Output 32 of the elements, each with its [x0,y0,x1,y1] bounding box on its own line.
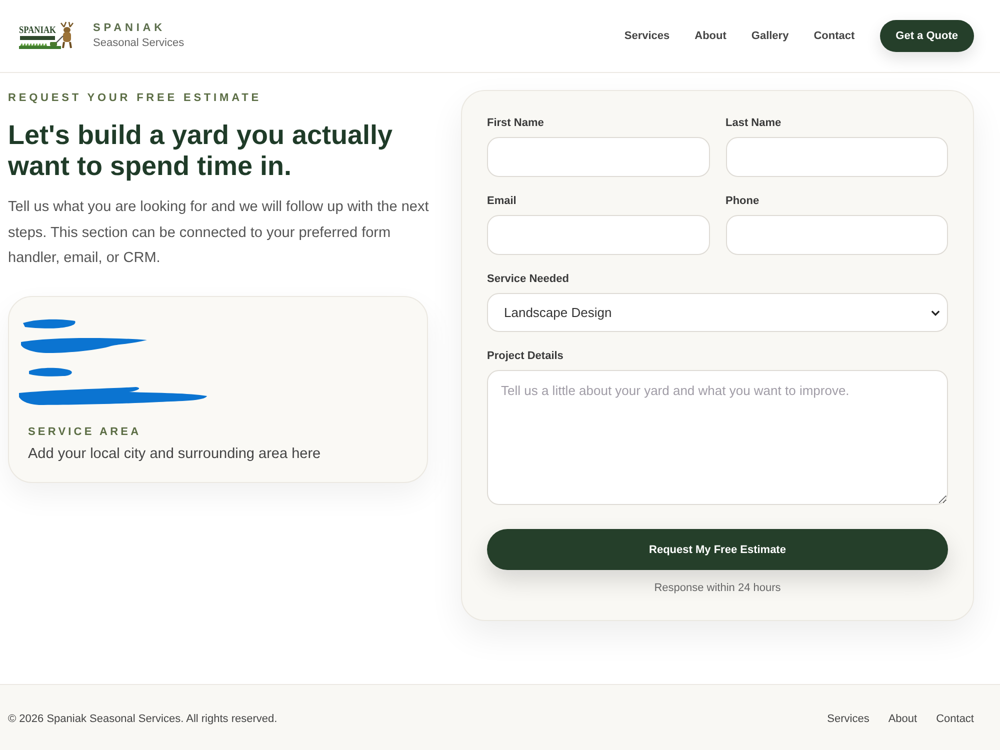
text-input-field[interactable] [726,215,948,255]
copyright-text: © 2026 Spaniak Seasonal Services. All rights reserved. [8,712,278,724]
field-label: Project Details [487,350,564,362]
project-details-field[interactable]: Tell us a little about your yard and what you want to improve. [487,370,948,505]
section-eyebrow: REQUEST YOUR FREE ESTIMATE [8,92,262,104]
footer-link[interactable]: Services [827,712,870,724]
nav-link[interactable]: Contact [814,30,855,42]
nav-link[interactable]: About [694,30,726,42]
brand-tagline: Seasonal Services [93,36,184,48]
field-label: Service Needed [487,273,570,285]
text-input-field[interactable] [726,137,948,177]
field-label: Last Name [726,117,782,129]
intro-paragraph: Tell us what you are looking for and we will follow up with the next steps. This section can be connected to your preferred form handler, email, or CRM. [8,198,430,268]
field-label: First Name [487,117,545,129]
brand-logo: SPANIAK [18,21,74,51]
get-quote-button[interactable]: Get a Quote [880,20,974,52]
text-input-field[interactable] [487,137,710,177]
footer-link[interactable]: Contact [936,712,974,724]
nav-link[interactable]: Services [624,30,670,42]
field-label: Phone [726,195,760,207]
page-heading: Let's build a yard you actually want to spend time in. [8,120,394,182]
footer-link[interactable]: About [888,712,918,724]
service-area-text: Add your local city and surrounding area here [28,446,321,462]
nav-link[interactable]: Gallery [751,30,789,42]
chevron-down-icon [931,310,940,316]
service-area-label: SERVICE AREA [28,426,142,438]
field-label: Email [487,195,518,207]
service-dropdown[interactable]: Landscape Design [487,293,948,332]
text-input-field[interactable] [487,215,710,255]
submit-button[interactable]: Request My Free Estimate [487,529,948,570]
brand-name: SPANIAK [93,22,166,34]
response-note: Response within 24 hours [653,582,782,594]
